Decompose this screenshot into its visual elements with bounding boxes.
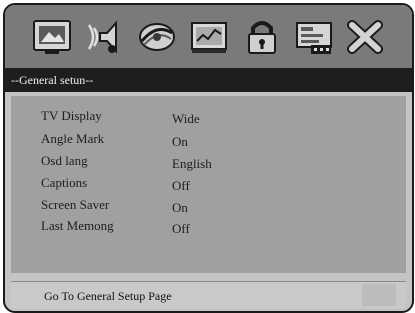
setting-label: Screen Saver [41, 197, 110, 212]
setting-value: Off [172, 178, 190, 193]
status-bar: Go To General Setup Page [11, 281, 406, 308]
setting-row-osd-lang[interactable]: Osd lang English [11, 153, 406, 172]
setting-row-last-memory[interactable]: Last Memong Off [11, 218, 406, 237]
setup-menu-frame: --General setun-- TV Display Wide Angle … [3, 3, 414, 313]
password-lock-icon[interactable] [241, 17, 283, 57]
setting-value: English [172, 156, 212, 171]
video-setup-icon[interactable] [188, 17, 230, 57]
status-text: Go To General Setup Page [44, 289, 172, 303]
setting-row-screen-saver[interactable]: Screen Saver On [11, 197, 406, 216]
setting-row-captions[interactable]: Captions Off [11, 175, 406, 194]
setting-label: Captions [41, 175, 88, 190]
setup-toolbar [5, 5, 412, 68]
settings-list: TV Display Wide Angle Mark On Osd lang E… [11, 96, 406, 273]
setting-row-angle-mark[interactable]: Angle Mark On [11, 131, 406, 150]
setting-label: Angle Mark [41, 131, 105, 146]
status-bar-end-block [362, 284, 396, 306]
setting-value: Wide [172, 111, 200, 126]
setting-row-tv-display[interactable]: TV Display Wide [11, 108, 406, 127]
setting-value: On [172, 134, 188, 149]
setting-value: On [172, 200, 188, 215]
dolby-digital-icon[interactable] [136, 17, 178, 57]
preference-icon[interactable] [293, 17, 335, 57]
exit-icon[interactable] [344, 17, 386, 57]
setting-label: TV Display [41, 108, 102, 123]
section-title: --General setun-- [5, 68, 412, 92]
setting-label: Last Memong [41, 218, 114, 233]
audio-setup-icon[interactable] [83, 17, 125, 57]
tv-display-icon[interactable] [31, 17, 73, 57]
setting-label: Osd lang [41, 153, 88, 168]
setting-value: Off [172, 221, 190, 236]
